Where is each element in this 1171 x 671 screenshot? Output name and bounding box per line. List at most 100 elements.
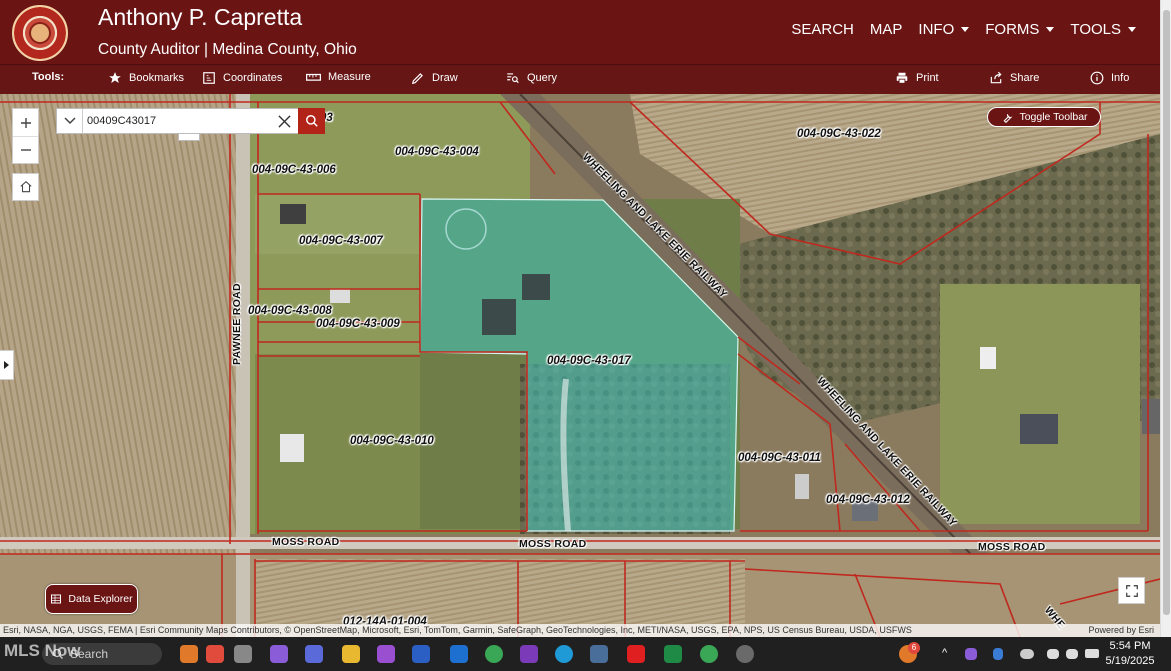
site-title: Anthony P. Capretta [98, 4, 303, 30]
share-button[interactable]: Share [989, 71, 1039, 85]
coordinates-button[interactable]: Coordinates [202, 71, 282, 85]
nav-info[interactable]: INFO [918, 21, 970, 38]
info-button[interactable]: Info [1090, 71, 1129, 85]
bookmarks-button[interactable]: Bookmarks [108, 71, 184, 85]
search-icon [305, 115, 318, 127]
widgets-icon[interactable] [180, 645, 198, 663]
site-header: Anthony P. Capretta County Auditor | Med… [0, 0, 1160, 64]
zoom-control [12, 108, 39, 164]
home-button[interactable] [12, 173, 39, 201]
close-icon [277, 114, 291, 128]
measure-button[interactable]: Measure [306, 71, 371, 83]
search-input[interactable] [87, 112, 267, 130]
taskbar-clock[interactable]: 5:54 PM 5/19/2025 [1100, 639, 1160, 669]
chrome-icon[interactable] [700, 645, 718, 663]
zoom-in-button[interactable] [13, 109, 38, 136]
task-view-icon[interactable] [234, 645, 252, 663]
nav-forms[interactable]: FORMS [985, 21, 1055, 38]
road-label-pawnee: PAWNEE ROAD [230, 283, 243, 365]
top-nav: SEARCH MAP INFO FORMS TOOLS [775, 21, 1136, 38]
star-icon [109, 72, 121, 83]
mls-watermark: MLS Now [4, 641, 81, 660]
tray-app-icon[interactable] [965, 648, 977, 660]
road-label-moss: MOSS ROAD [519, 538, 587, 550]
table-icon [51, 594, 62, 604]
fullscreen-icon [1125, 584, 1138, 597]
parcel-label[interactable]: 004-09C-43-006 [252, 164, 336, 176]
chevron-right-icon [4, 361, 9, 369]
wifi-icon[interactable] [1047, 649, 1059, 659]
parcel-label[interactable]: 004-09C-43-004 [395, 146, 479, 158]
search-source-dropdown[interactable] [57, 109, 83, 133]
outlook-icon[interactable] [450, 645, 468, 663]
teams-icon[interactable] [305, 645, 323, 663]
expand-side-panel-button[interactable] [0, 350, 14, 380]
parcel-label[interactable]: 004-09C-43-011 [738, 452, 821, 464]
coordinates-icon [203, 72, 215, 84]
nav-search[interactable]: SEARCH [791, 21, 854, 38]
file-explorer-icon[interactable] [342, 645, 360, 663]
info-icon [1090, 71, 1104, 85]
tools-bar: Tools: Bookmarks Coordinates Measure Dra… [0, 64, 1160, 94]
map-attribution: Esri, NASA, NGA, USGS, FEMA | Esri Commu… [0, 624, 1160, 637]
chevron-down-icon [961, 27, 970, 32]
cloud-icon[interactable] [1020, 649, 1034, 659]
site-subtitle: County Auditor | Medina County, Ohio [98, 41, 357, 58]
query-button[interactable]: Query [505, 71, 557, 85]
volume-icon[interactable] [1066, 649, 1078, 659]
powered-by-esri[interactable]: Powered by Esri [1088, 624, 1154, 637]
print-button[interactable]: Print [895, 71, 939, 85]
parcel-label[interactable]: 004-09C-43-009 [316, 318, 400, 330]
scrollbar-thumb[interactable] [1163, 10, 1170, 615]
chrome-icon[interactable] [485, 645, 503, 663]
chevron-down-icon [1046, 27, 1055, 32]
search-suggestions-toggle[interactable] [178, 134, 200, 141]
app-icon[interactable] [206, 645, 224, 663]
zoom-out-button[interactable] [13, 136, 38, 163]
parcel-label[interactable]: 004-09C-43-012 [826, 494, 910, 506]
map-view[interactable]: 03 004-09C-43-004 004-09C-43-006 004-09C… [0, 94, 1160, 637]
chevron-up-icon[interactable]: ^ [942, 647, 947, 659]
word-icon[interactable] [412, 645, 430, 663]
notification-badge: 6 [908, 642, 920, 654]
share-icon [990, 71, 1002, 84]
settings-gear-icon[interactable] [736, 645, 754, 663]
excel-icon[interactable] [664, 645, 682, 663]
youtube-icon[interactable] [627, 645, 645, 663]
page-scrollbar[interactable] [1160, 0, 1171, 637]
nav-map[interactable]: MAP [870, 21, 903, 38]
parcel-label[interactable]: 004-09C-43-022 [797, 128, 881, 140]
bluetooth-icon[interactable] [993, 648, 1003, 660]
wrench-icon [1004, 113, 1013, 123]
minus-icon [20, 149, 31, 151]
draw-button[interactable]: Draw [411, 71, 458, 85]
chevron-down-icon [1128, 27, 1136, 32]
selected-parcel-label[interactable]: 004-09C-43-017 [547, 355, 631, 367]
app-icon[interactable] [377, 645, 395, 663]
parcel-search [56, 108, 325, 134]
road-label-moss: MOSS ROAD [272, 536, 340, 548]
county-seal-logo[interactable] [12, 5, 68, 61]
parcel-label[interactable]: 004-09C-43-008 [248, 305, 332, 317]
onenote-icon[interactable] [520, 645, 538, 663]
ruler-icon [306, 73, 321, 81]
plus-icon [20, 117, 31, 128]
nav-tools[interactable]: TOOLS [1070, 21, 1136, 38]
toggle-toolbar-button[interactable]: Toggle Toolbar [987, 107, 1101, 127]
app-icon[interactable] [590, 645, 608, 663]
edge-icon[interactable] [555, 645, 573, 663]
chevron-down-icon [63, 117, 76, 125]
fullscreen-button[interactable] [1118, 577, 1145, 604]
clear-search-button[interactable] [271, 109, 297, 133]
parcel-label[interactable]: 004-09C-43-010 [350, 435, 434, 447]
search-button[interactable] [298, 108, 325, 134]
tools-label: Tools: [32, 71, 65, 83]
copilot-icon[interactable] [270, 645, 288, 663]
battery-icon[interactable] [1085, 649, 1099, 658]
pencil-icon [411, 73, 423, 85]
data-explorer-button[interactable]: Data Explorer [45, 584, 138, 614]
road-label-moss: MOSS ROAD [978, 541, 1046, 553]
parcel-label[interactable]: 004-09C-43-007 [299, 235, 383, 247]
printer-icon [896, 72, 908, 84]
home-icon [19, 181, 32, 193]
